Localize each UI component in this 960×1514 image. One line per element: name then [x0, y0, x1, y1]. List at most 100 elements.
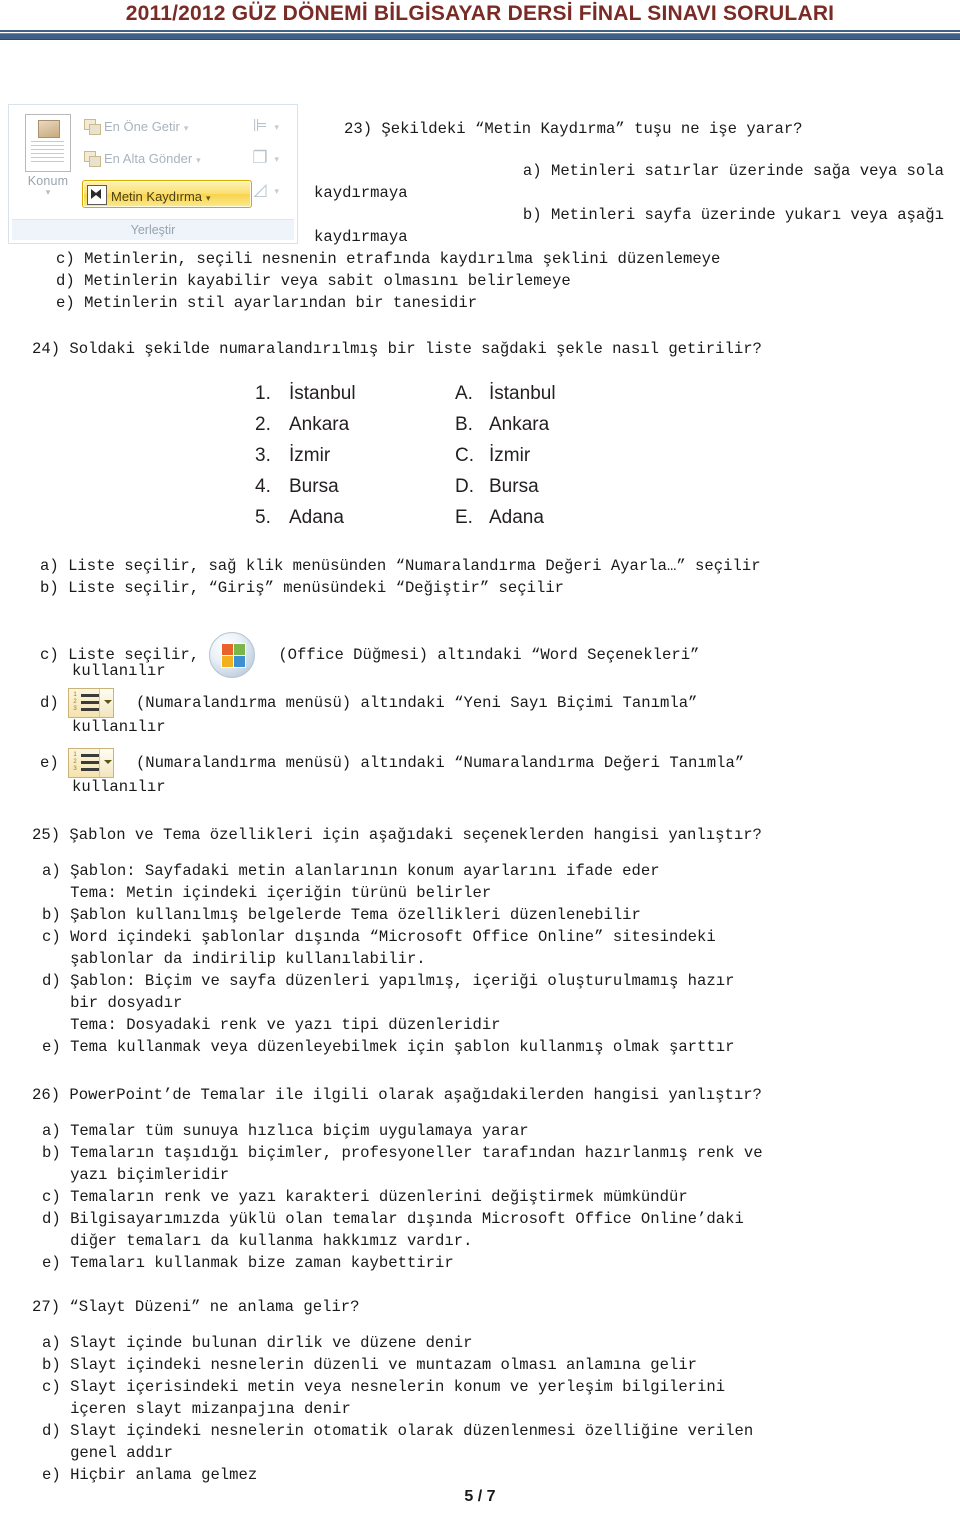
numbering-menu-icon: 123: [68, 748, 115, 778]
list-item-label: Adana: [489, 507, 544, 528]
list-marker: 2.: [255, 414, 271, 435]
question-27-stem: 27) “Slayt Düzeni” ne anlama gelir?: [32, 1298, 360, 1316]
question-23-option-b-cont: kaydırmaya: [314, 228, 408, 246]
chevron-down-icon: ▾: [45, 187, 51, 197]
question-24-option-e: e) 123 (Numaralandırma menüsü) altındaki…: [40, 748, 960, 778]
chevron-down-icon: [99, 749, 114, 777]
question-24-option-c-cont: kullanılır: [72, 662, 166, 680]
list-marker: C.: [455, 445, 474, 466]
position-button: Konum ▾: [16, 110, 80, 214]
list-item-label: Ankara: [289, 414, 350, 435]
question-24-option-b: b) Liste seçilir, “Giriş” menüsündeki “D…: [40, 579, 565, 597]
position-label: Konum: [27, 174, 69, 188]
list-item: 5. Adana: [255, 502, 455, 533]
text-wrap-label: Metin Kaydırma: [111, 189, 203, 204]
list-marker: 4.: [255, 476, 271, 497]
numbered-list-left: 1. İstanbul 2. Ankara 3. İzmir 4. Bursa 5. Ad…: [255, 378, 455, 533]
question-23-stem: 23) Şekildeki “Metin Kaydırma” tuşu ne i…: [344, 120, 803, 138]
question-24-stem: 24) Soldaki şekilde numaralandırılmış bi…: [32, 340, 762, 358]
bring-to-front-label: En Öne Getir: [104, 119, 180, 134]
bring-to-front-icon: [84, 119, 101, 135]
question-24-option-c: c) Liste seçilir, (Office Düğmesi) altın…: [40, 632, 960, 678]
list-item-label: Bursa: [489, 476, 539, 497]
chevron-down-icon: ▾: [183, 123, 189, 133]
page-number: 5 / 7: [464, 1488, 496, 1505]
list-item-label: Bursa: [289, 476, 339, 497]
question-25-option-a: a) Şablon: Sayfadaki metin alanlarının k…: [42, 862, 660, 902]
list-marker: 1.: [255, 383, 271, 404]
list-item-label: Ankara: [489, 414, 550, 435]
position-icon: [25, 114, 71, 172]
list-item: 3. İzmir: [255, 440, 455, 471]
chevron-down-icon: ▾: [196, 155, 201, 165]
list-item: 1. İstanbul: [255, 378, 455, 409]
question-24-option-d: d) 123 (Numaralandırma menüsü) altındaki…: [40, 688, 960, 718]
list-marker: B.: [455, 414, 473, 435]
list-item: D. Bursa: [455, 471, 655, 502]
chevron-down-icon: ▾: [274, 122, 279, 132]
ribbon-group-caption: Yerleştir: [12, 219, 294, 240]
list-item: A. İstanbul: [455, 378, 655, 409]
question-26-option-a: a) Temalar tüm sunuya hızlıca biçim uygu…: [42, 1122, 529, 1140]
list-item: 2. Ankara: [255, 409, 455, 440]
rotate-icon: ◿ ▾: [253, 180, 279, 199]
list-item: B. Ankara: [455, 409, 655, 440]
question-25-stem: 25) Şablon ve Tema özellikleri için aşağ…: [32, 826, 762, 844]
question-23-option-b: b) Metinleri sayfa üzerinde yukarı veya …: [522, 206, 944, 224]
chevron-down-icon: [99, 689, 114, 717]
question-27-option-c: c) Slayt içerisindeki metin veya nesnele…: [42, 1378, 726, 1418]
chevron-down-icon: ▾: [274, 186, 279, 196]
align-icon: ⊫ ▾: [252, 116, 279, 135]
question-23-option-d: d) Metinlerin kayabilir veya sabit olmas…: [56, 272, 571, 290]
list-item: C. İzmir: [455, 440, 655, 471]
page-title: 2011/2012 GÜZ DÖNEMİ BİLGİSAYAR DERSİ Fİ…: [125, 2, 835, 25]
list-item-label: İzmir: [489, 445, 531, 466]
question-26-option-b: b) Temaların taşıdığı biçimler, profesyo…: [42, 1144, 763, 1184]
list-item: E. Adana: [455, 502, 655, 533]
question-24-option-a: a) Liste seçilir, sağ klik menüsünden “N…: [40, 557, 761, 575]
question-25-option-b: b) Şablon kullanılmış belgelerde Tema öz…: [42, 906, 641, 924]
question-27-option-a: a) Slayt içinde bulunan dirlik ve düzene…: [42, 1334, 473, 1352]
numbered-list-right: A. İstanbul B. Ankara C. İzmir D. Bursa E. Ad…: [455, 378, 655, 533]
question-26-option-d: d) Bilgisayarımızda yüklü olan temalar d…: [42, 1210, 744, 1250]
bring-to-front-button: En Öne Getir ▾: [84, 114, 188, 139]
send-to-back-icon: [84, 151, 101, 167]
question-27-option-e: e) Hiçbir anlama gelmez: [42, 1466, 258, 1484]
list-item-label: İzmir: [289, 445, 331, 466]
text-wrap-button: Metin Kaydırma ▾: [82, 180, 252, 208]
list-marker: A.: [455, 383, 473, 404]
question-26-option-e: e) Temaları kullanmak bize zaman kaybett…: [42, 1254, 454, 1272]
question-26-stem: 26) PowerPoint’de Temalar ile ilgili ola…: [32, 1086, 762, 1104]
list-marker: E.: [455, 507, 473, 528]
question-23-option-c: c) Metinlerin, seçili nesnenin etrafında…: [56, 250, 721, 268]
header-rule-thin: [0, 30, 960, 32]
list-item-label: İstanbul: [489, 383, 556, 404]
list-marker: D.: [455, 476, 474, 497]
list-marker: 5.: [255, 507, 271, 528]
position-image-glyph: [38, 120, 60, 138]
question-23-option-e: e) Metinlerin stil ayarlarından bir tane…: [56, 294, 478, 312]
text-wrap-icon: [87, 185, 107, 205]
word-ribbon-arrange-figure: Konum ▾ En Öne Getir ▾ En Alta Gönder ▾ Me…: [8, 104, 298, 244]
header-rule-thick: [0, 33, 960, 40]
arrange-side-icons: ⊫ ▾ ❐ ▾ ◿ ▾: [246, 110, 292, 214]
chevron-down-icon: ▾: [206, 193, 211, 203]
question-23-option-a: a) Metinleri satırlar üzerinde sağa veya…: [522, 162, 944, 180]
question-27-option-d: d) Slayt içindeki nesnelerin otomatik ol…: [42, 1422, 754, 1462]
question-26-option-c: c) Temaların renk ve yazı karakteri düze…: [42, 1188, 688, 1206]
list-item-label: Adana: [289, 507, 344, 528]
page-header: 2011/2012 GÜZ DÖNEMİ BİLGİSAYAR DERSİ Fİ…: [0, 0, 960, 46]
send-to-back-label: En Alta Gönder: [104, 151, 193, 166]
ribbon-inner: Konum ▾ En Öne Getir ▾ En Alta Gönder ▾ Me…: [12, 108, 294, 218]
question-23-option-a-cont: kaydırmaya: [314, 184, 408, 202]
list-marker: 3.: [255, 445, 271, 466]
numbering-menu-icon: 123: [68, 688, 115, 718]
question-25-option-e: e) Tema kullanmak veya düzenleyebilmek i…: [42, 1038, 735, 1056]
question-25-option-c: c) Word içindeki şablonlar dışında “Micr…: [42, 928, 716, 968]
list-item: 4. Bursa: [255, 471, 455, 502]
question-24-option-e-cont: kullanılır: [72, 778, 166, 796]
question-24-option-d-cont: kullanılır: [72, 718, 166, 736]
question-27-option-b: b) Slayt içindeki nesnelerin düzenli ve …: [42, 1356, 698, 1374]
question-25-option-d: d) Şablon: Biçim ve sayfa düzenleri yapı…: [42, 972, 735, 1034]
numbered-list-comparison-figure: 1. İstanbul 2. Ankara 3. İzmir 4. Bursa 5. Ad…: [255, 378, 705, 538]
